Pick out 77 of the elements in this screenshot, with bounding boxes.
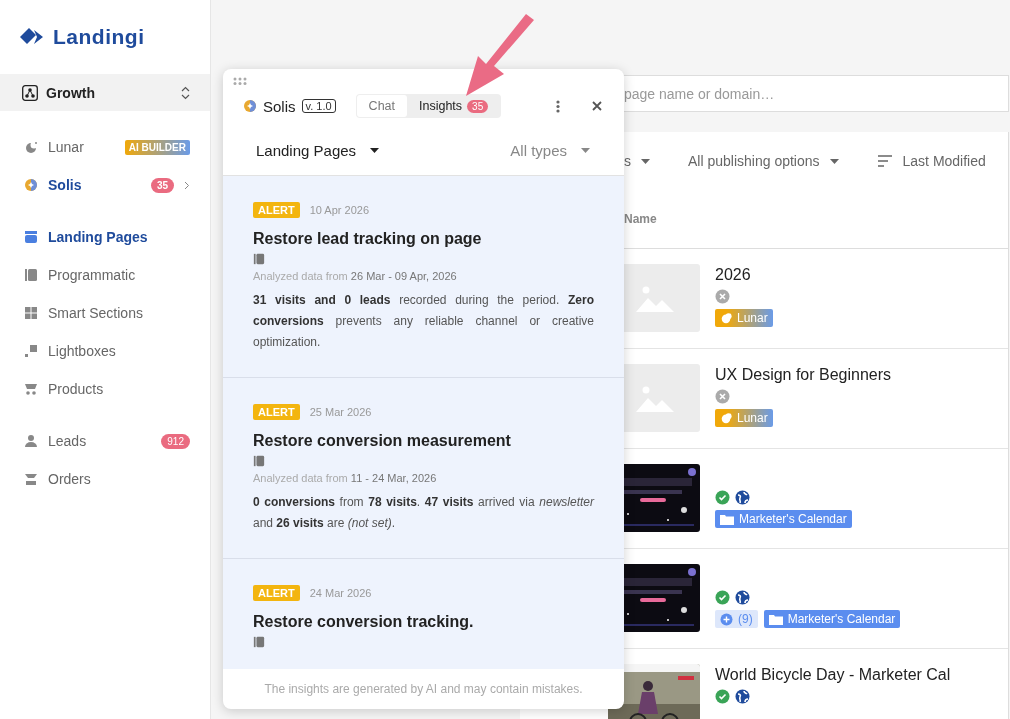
folder-tag[interactable]: Marketer's Calendar bbox=[715, 510, 852, 528]
pages-icon bbox=[24, 230, 38, 244]
panel-title: Solis bbox=[263, 97, 296, 115]
caret-icon bbox=[829, 158, 839, 164]
insight-title[interactable]: Restore conversion tracking. bbox=[253, 613, 594, 631]
published-icon bbox=[715, 590, 730, 605]
filter-dropdown[interactable]: s bbox=[624, 153, 650, 169]
page-title[interactable]: 2026 bbox=[715, 266, 773, 284]
plus-circle-icon bbox=[720, 612, 733, 626]
unpublished-icon bbox=[715, 289, 730, 304]
drag-handle-icon[interactable] bbox=[233, 77, 247, 85]
folder-icon bbox=[768, 613, 783, 625]
logo-text: Landingi bbox=[53, 25, 145, 49]
caret-icon bbox=[370, 147, 380, 153]
page-title[interactable]: UX Design for Beginners bbox=[715, 366, 892, 384]
tab[interactable]: Chat bbox=[356, 95, 407, 117]
solis-icon bbox=[24, 178, 38, 192]
insight-date: 25 Mar 2026 bbox=[309, 406, 372, 418]
search-field[interactable]: page name or domain… bbox=[624, 75, 1009, 112]
alert-badge: ALERT bbox=[253, 585, 300, 601]
insight-text: 0 conversions from 78 visits. 47 visits arrived via newsletter and 26 visits are (not set). bbox=[253, 494, 594, 532]
close-icon[interactable] bbox=[590, 99, 604, 113]
version-badge: v. 1.0 bbox=[301, 99, 336, 113]
alert-badge: ALERT bbox=[253, 202, 300, 218]
sidebar-item[interactable]: Solis 35 bbox=[0, 166, 210, 204]
insight-date: 10 Apr 2026 bbox=[309, 204, 369, 216]
sidebar-item[interactable]: Orders bbox=[0, 460, 210, 498]
sidebar-item[interactable]: Programmatic bbox=[0, 256, 210, 294]
sidebar-item[interactable]: Smart Sections bbox=[0, 294, 210, 332]
unpublished-icon bbox=[715, 389, 730, 404]
tab[interactable]: Insights 35 bbox=[407, 95, 501, 117]
globe-icon bbox=[735, 590, 750, 605]
sidebar-item[interactable]: Leads 912 bbox=[0, 422, 210, 460]
insight-date: 24 Mar 2026 bbox=[309, 587, 372, 599]
sidebar-item[interactable]: Products bbox=[0, 370, 210, 408]
sidebar-item[interactable]: Landing Pages bbox=[0, 218, 210, 256]
page-icon bbox=[253, 253, 265, 265]
globe-icon bbox=[735, 490, 750, 505]
logo-icon bbox=[20, 28, 45, 46]
filter-dropdown[interactable]: All publishing options bbox=[688, 153, 839, 169]
workspace-icon bbox=[22, 84, 38, 101]
sort-button[interactable]: Last Modified bbox=[876, 153, 986, 169]
sidebar-item[interactable]: Lightboxes bbox=[0, 332, 210, 370]
lightbox-icon bbox=[24, 344, 38, 358]
up-down-icon bbox=[181, 85, 190, 100]
person-icon bbox=[24, 434, 38, 448]
published-icon bbox=[715, 689, 730, 704]
page-icon bbox=[253, 636, 265, 648]
orders-icon bbox=[24, 472, 38, 486]
scope-dropdown[interactable]: Landing Pages bbox=[256, 141, 380, 159]
page-title[interactable]: World Bicycle Day - Marketer Cal bbox=[715, 666, 951, 684]
folder-tag[interactable]: Marketer's Calendar bbox=[763, 610, 901, 628]
analyzed-range: Analyzed data from 26 Mar - 09 Apr, 2026 bbox=[253, 270, 458, 282]
type-dropdown[interactable]: All types bbox=[510, 141, 590, 159]
satellite-icon bbox=[24, 140, 38, 154]
caret-icon bbox=[641, 158, 650, 164]
workspace-switcher[interactable]: Growth bbox=[0, 74, 210, 111]
chevron-right-icon[interactable] bbox=[184, 180, 190, 190]
analyzed-range: Analyzed data from 11 - 24 Mar, 2026 bbox=[253, 472, 438, 484]
grid-icon bbox=[24, 306, 38, 320]
published-icon bbox=[715, 490, 730, 505]
folder-icon bbox=[720, 513, 734, 525]
column-header[interactable]: Name bbox=[624, 212, 657, 226]
solis-icon bbox=[243, 99, 257, 113]
alert-badge: ALERT bbox=[253, 404, 300, 420]
insight-title[interactable]: Restore lead tracking on page bbox=[253, 230, 594, 248]
programmatic-icon bbox=[24, 268, 38, 282]
satellite-icon bbox=[720, 412, 732, 424]
sort-icon bbox=[876, 155, 893, 167]
page-icon bbox=[253, 455, 265, 467]
insight-text: 31 visits and 0 leads recorded during the period. Zero conversions prevents any reliable channel or creative optimization. bbox=[253, 292, 594, 351]
satellite-icon bbox=[720, 312, 732, 324]
caret-icon bbox=[581, 147, 590, 153]
disclaimer-text: The insights are generated by AI and may contain mistakes. bbox=[264, 682, 583, 696]
globe-icon bbox=[735, 689, 750, 704]
insight-title[interactable]: Restore conversion measurement bbox=[253, 432, 594, 450]
cart-icon bbox=[24, 382, 38, 396]
